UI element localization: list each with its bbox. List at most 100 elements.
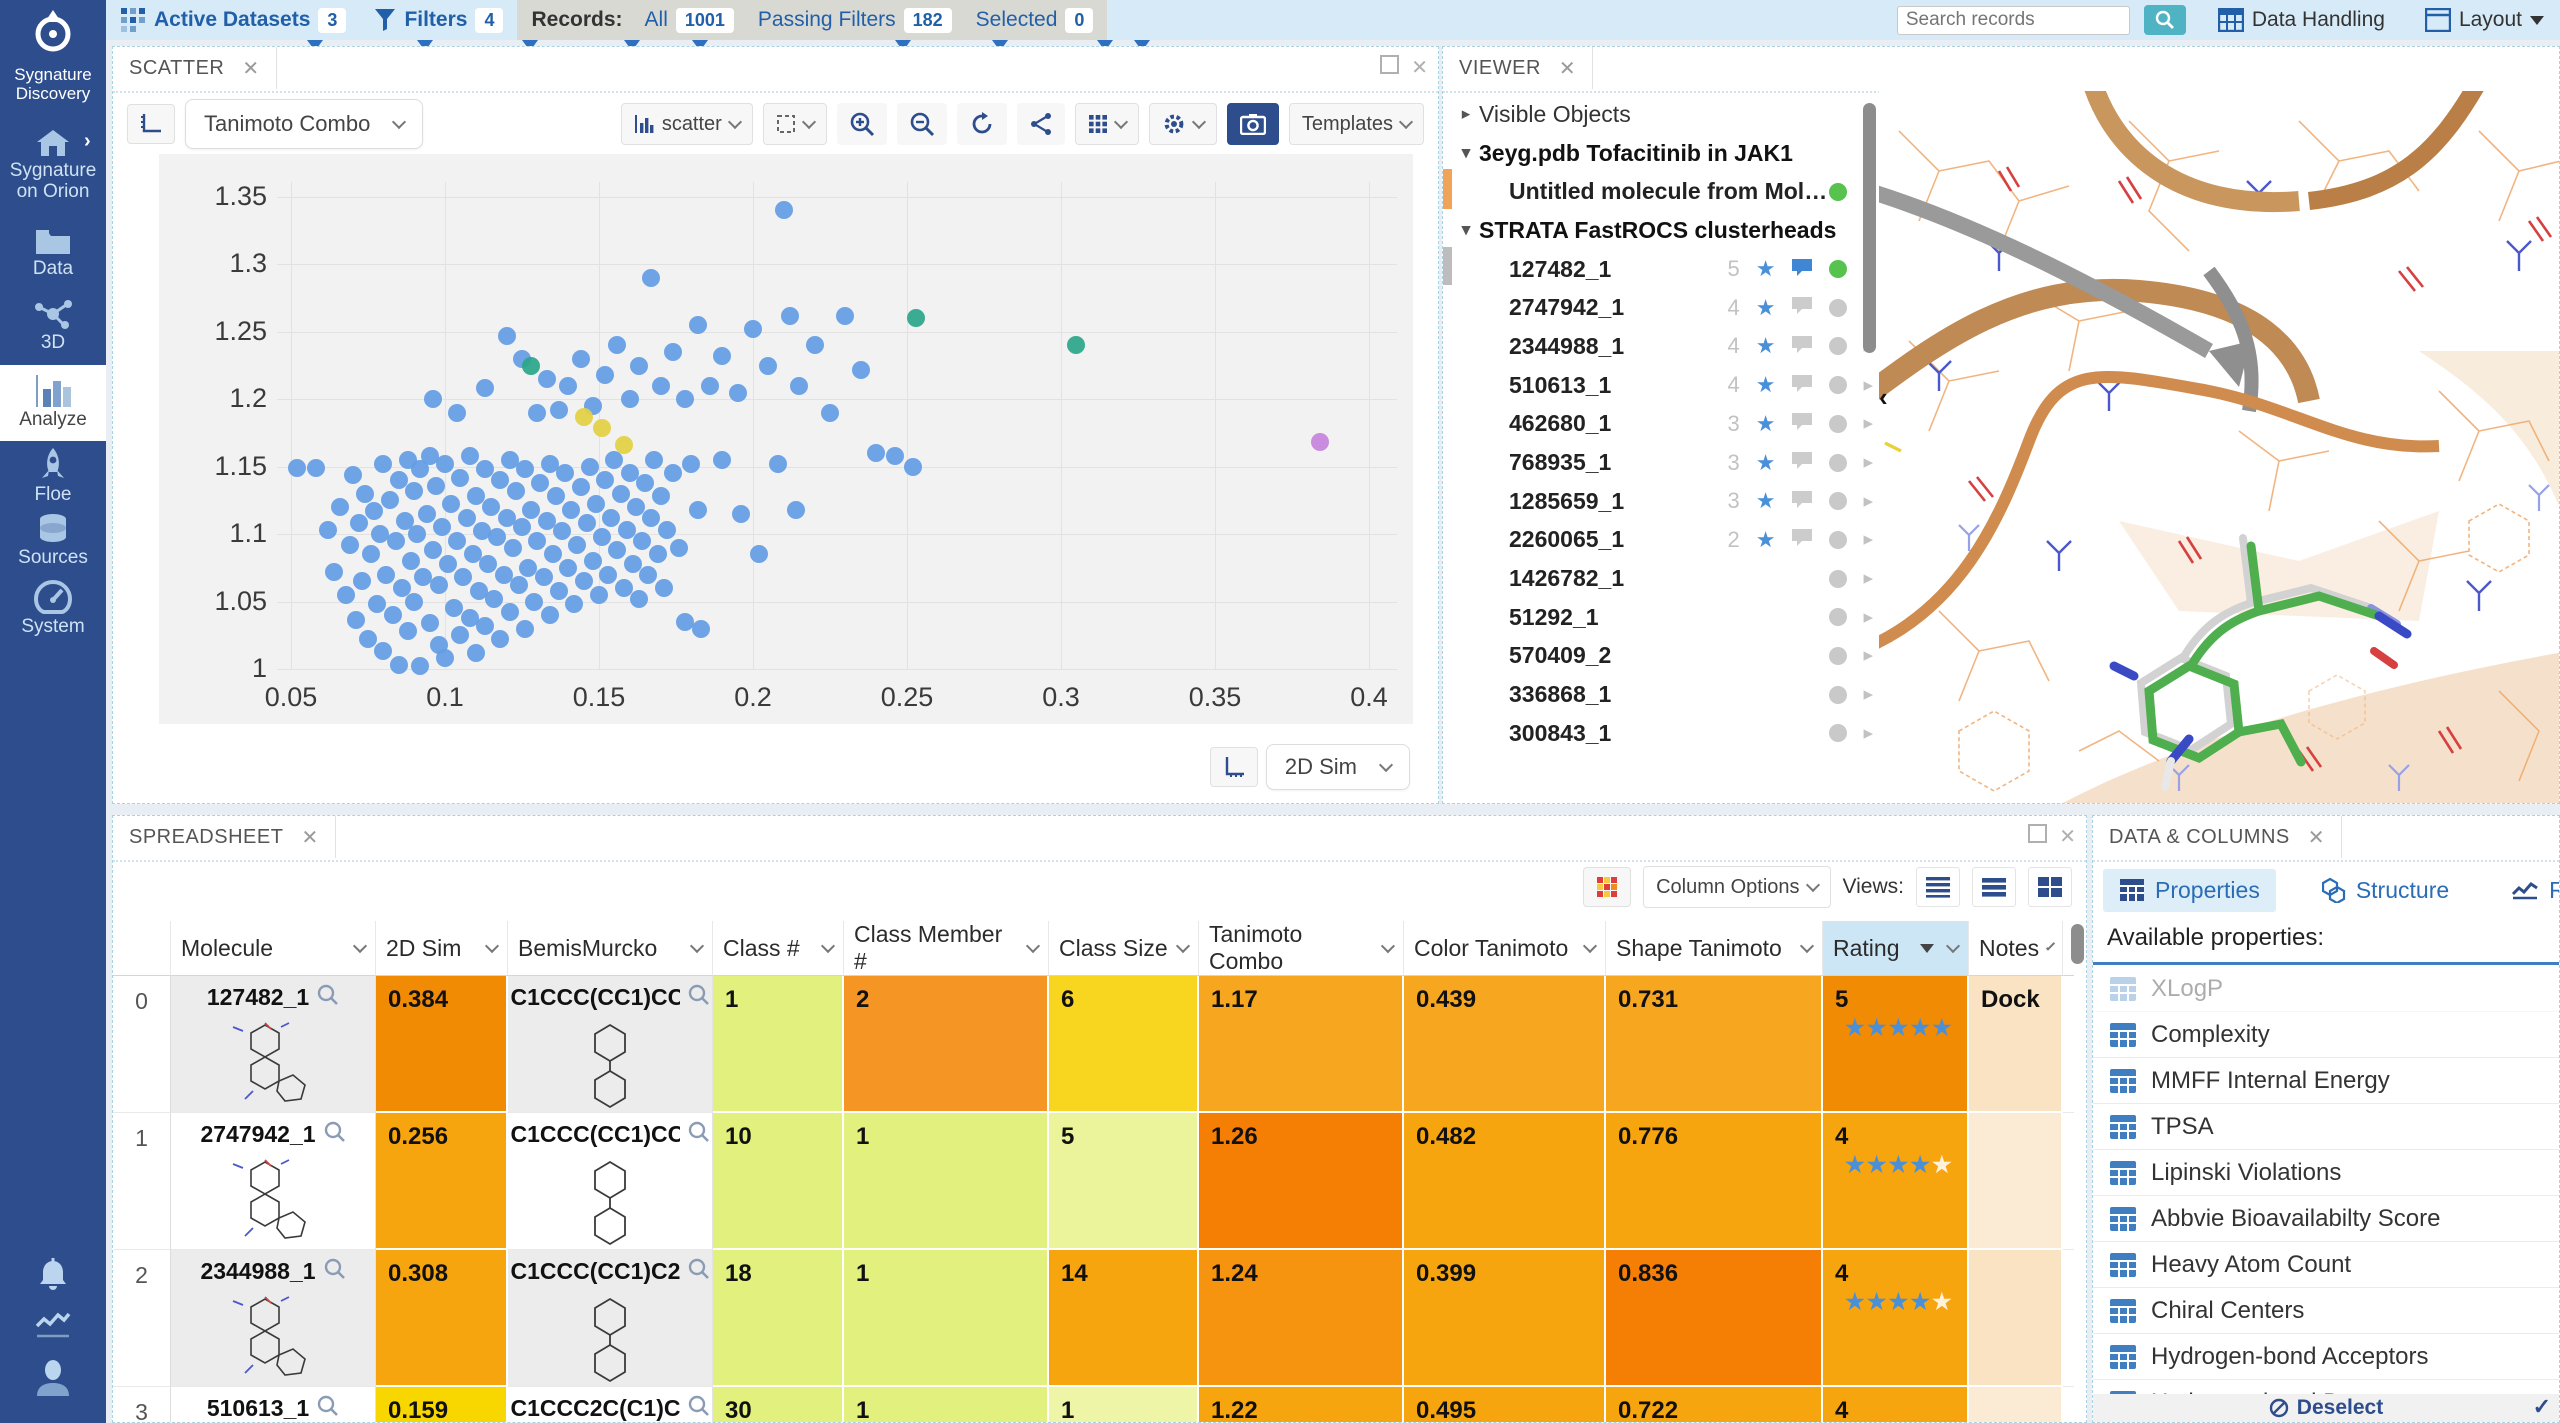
property-item-lipinski-violations[interactable]: Lipinski Violations — [2093, 1150, 2559, 1196]
visibility-dot-icon[interactable] — [1829, 260, 1847, 278]
scatter-point[interactable] — [602, 509, 620, 527]
viewer-object-row[interactable]: 2260065_12★▸ — [1453, 521, 1879, 560]
scatter-point[interactable] — [307, 459, 325, 477]
cell-class_num[interactable]: 30 — [713, 1387, 844, 1422]
sidebar-item-floe[interactable]: Floe — [0, 448, 106, 506]
scatter-point[interactable] — [596, 366, 614, 384]
column-header-notes[interactable]: Notes — [1969, 921, 2063, 976]
data-handling-button[interactable]: Data Handling — [2218, 8, 2385, 32]
sidebar-item-3d[interactable]: 3D — [0, 298, 106, 354]
scatter-plot-area[interactable]: 0.050.10.150.20.250.30.350.411.051.11.15… — [159, 154, 1413, 724]
scatter-point[interactable] — [381, 491, 399, 509]
scatter-point[interactable] — [781, 307, 799, 325]
scatter-point[interactable] — [790, 377, 808, 395]
cell-notes[interactable] — [1969, 1387, 2063, 1422]
scatter-point[interactable] — [436, 455, 454, 473]
scatter-point[interactable] — [596, 471, 614, 489]
scatter-point[interactable] — [581, 458, 599, 476]
scatter-point[interactable] — [713, 347, 731, 365]
chevron-right-icon[interactable]: ▸ — [1863, 490, 1873, 513]
y-axis-settings-button[interactable] — [127, 104, 175, 144]
scatter-point[interactable] — [615, 436, 633, 454]
scatter-point[interactable] — [664, 464, 682, 482]
cell-notes[interactable]: Dock — [1969, 976, 2063, 1113]
scatter-point[interactable] — [621, 390, 639, 408]
scatter-point[interactable] — [547, 487, 565, 505]
sidebar-item-orion[interactable]: Sygnature on Orion — [0, 128, 106, 202]
magnifier-icon[interactable] — [688, 1121, 710, 1143]
scatter-point[interactable] — [692, 620, 710, 638]
chevron-down-icon[interactable]: ▾ — [1453, 143, 1479, 163]
cell-color_tan[interactable]: 0.482 — [1404, 1113, 1606, 1250]
visibility-dot-icon[interactable] — [1829, 183, 1847, 201]
visibility-dot-icon[interactable] — [1829, 299, 1847, 317]
viewer-object-row[interactable]: 300843_1▸ — [1453, 714, 1879, 753]
scatter-point[interactable] — [550, 401, 568, 419]
tab-regression[interactable]: Regre — [2495, 869, 2559, 912]
cell-class_member[interactable]: 2 — [844, 976, 1049, 1113]
chevron-right-icon[interactable]: ▸ — [1863, 374, 1873, 397]
user-button[interactable] — [0, 1358, 106, 1403]
scatter-point[interactable] — [732, 505, 750, 523]
scatter-point[interactable] — [852, 361, 870, 379]
visibility-dot-icon[interactable] — [1829, 454, 1847, 472]
scatter-point[interactable] — [575, 408, 593, 426]
templates-button[interactable]: Templates — [1289, 103, 1424, 145]
scatter-point[interactable] — [565, 595, 583, 613]
scatter-point[interactable] — [593, 419, 611, 437]
scatter-point[interactable] — [630, 357, 648, 375]
maximize-icon[interactable] — [2028, 824, 2047, 843]
scatter-point[interactable] — [390, 656, 408, 674]
scatter-point[interactable] — [504, 539, 522, 557]
scatter-point[interactable] — [1311, 433, 1329, 451]
maximize-icon[interactable] — [1380, 55, 1399, 74]
scatter-point[interactable] — [402, 552, 420, 570]
chart-type-selector[interactable]: scatter — [621, 103, 753, 145]
chevron-down-icon[interactable]: ▾ — [1453, 220, 1479, 240]
cell-shape_tan[interactable]: 0.731 — [1606, 976, 1823, 1113]
cell-class_num[interactable]: 18 — [713, 1250, 844, 1387]
column-header-class-member-[interactable]: Class Member # — [844, 921, 1049, 976]
scatter-point[interactable] — [821, 404, 839, 422]
column-header-color-tanimoto[interactable]: Color Tanimoto — [1404, 921, 1606, 976]
visibility-dot-icon[interactable] — [1829, 686, 1847, 704]
notifications-button[interactable] — [0, 1258, 106, 1299]
scatter-point[interactable] — [759, 357, 777, 375]
chevron-right-icon[interactable]: ▸ — [1863, 606, 1873, 629]
scatter-point[interactable] — [408, 525, 426, 543]
close-icon[interactable]: ✕ — [1559, 56, 1576, 81]
scatter-point[interactable] — [353, 572, 371, 590]
close-icon[interactable]: ✕ — [2308, 825, 2325, 850]
scatter-point[interactable] — [836, 307, 854, 325]
viewer-object-row[interactable]: Untitled molecule from Mole...▸ — [1453, 172, 1879, 211]
share-button[interactable] — [1017, 103, 1065, 145]
zoom-out-button[interactable] — [897, 103, 947, 145]
scatter-point[interactable] — [639, 566, 657, 584]
scatter-point[interactable] — [689, 501, 707, 519]
scatter-point[interactable] — [599, 566, 617, 584]
scatter-point[interactable] — [676, 390, 694, 408]
cell-molecule[interactable]: 2344988_1 — [171, 1250, 376, 1387]
comment-button[interactable] — [1791, 449, 1813, 476]
cell-class_member[interactable]: 1 — [844, 1250, 1049, 1387]
scatter-point[interactable] — [593, 528, 611, 546]
scatter-point[interactable] — [476, 379, 494, 397]
scatter-point[interactable] — [451, 626, 469, 644]
column-header-class-[interactable]: Class # — [713, 921, 844, 976]
scatter-point[interactable] — [362, 545, 380, 563]
x-axis-selector[interactable]: 2D Sim — [1266, 744, 1410, 790]
scatter-point[interactable] — [347, 611, 365, 629]
property-item-tpsa[interactable]: TPSA — [2093, 1104, 2559, 1150]
scatter-point[interactable] — [1067, 336, 1085, 354]
cell-combo[interactable]: 1.24 — [1199, 1250, 1404, 1387]
cell-class_size[interactable]: 1 — [1049, 1387, 1199, 1422]
scatter-point[interactable] — [587, 495, 605, 513]
tab-viewer[interactable]: VIEWER ✕ — [1443, 47, 1593, 89]
scatter-point[interactable] — [405, 593, 423, 611]
scatter-point[interactable] — [904, 458, 922, 476]
scatter-point[interactable] — [658, 521, 676, 539]
cell-combo[interactable]: 1.26 — [1199, 1113, 1404, 1250]
star-icon[interactable]: ★ — [1756, 411, 1776, 437]
viewer-group-row[interactable]: ▾3eyg.pdb Tofacitinib in JAK1 — [1453, 134, 1879, 173]
scatter-point[interactable] — [427, 477, 445, 495]
